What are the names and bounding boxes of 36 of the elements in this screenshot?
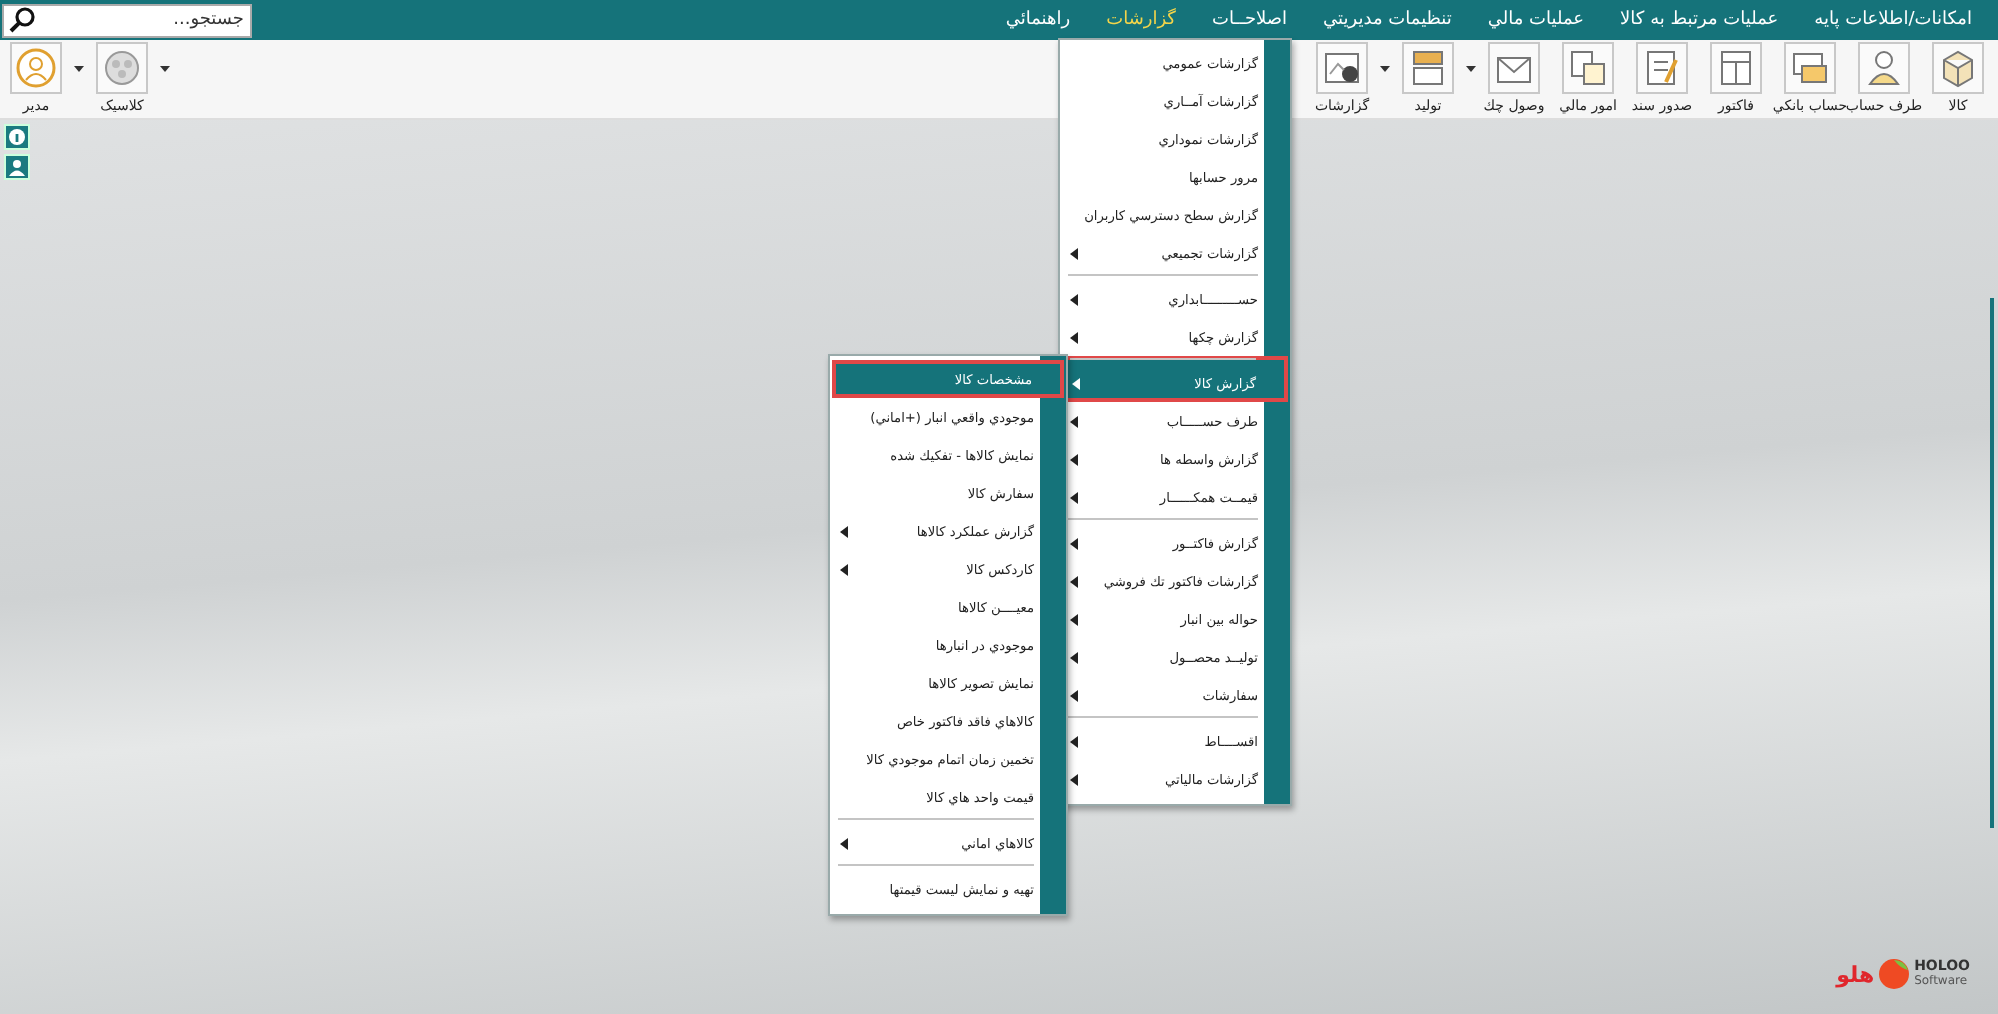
submenu-arrow-icon bbox=[1070, 575, 1084, 587]
search-icon bbox=[8, 5, 36, 33]
submenu-arrow-icon bbox=[1070, 415, 1084, 427]
submenu-arrow-icon bbox=[1070, 491, 1084, 503]
menu-item[interactable]: امکانات/اطلاعات پايه bbox=[1796, 10, 1990, 30]
caret-icon[interactable] bbox=[160, 66, 170, 72]
search-field[interactable]: جستجو... bbox=[2, 3, 252, 37]
info-icon[interactable] bbox=[4, 124, 30, 150]
menu-item[interactable]: گزارشات bbox=[1088, 10, 1194, 30]
menu-item[interactable]: اصلاحــات bbox=[1193, 10, 1306, 30]
submenu-arrow-icon bbox=[1070, 735, 1084, 747]
submenu-arrow-icon bbox=[840, 837, 854, 849]
menu-item[interactable]: عمليات مالي bbox=[1469, 10, 1603, 30]
menu-item[interactable]: تنظيمات مديريتي bbox=[1305, 10, 1470, 30]
user-card-icon[interactable] bbox=[4, 154, 30, 180]
submenu-arrow-icon bbox=[1070, 689, 1084, 701]
fruit-logo-icon bbox=[1878, 958, 1911, 990]
submenu-arrow-icon bbox=[1070, 537, 1084, 549]
caret-icon[interactable] bbox=[1380, 66, 1390, 72]
submenu-arrow-icon bbox=[840, 563, 854, 575]
logo-text: هلو bbox=[1836, 961, 1875, 987]
submenu-arrow-icon bbox=[1070, 293, 1084, 305]
submenu-arrow-icon bbox=[1070, 247, 1084, 259]
submenu-arrow-icon bbox=[1070, 331, 1084, 343]
submenu-arrow-icon bbox=[1070, 651, 1084, 663]
submenu-arrow-icon bbox=[840, 525, 854, 537]
submenu-arrow-icon bbox=[1070, 613, 1084, 625]
menu-item[interactable]: راهنمائي bbox=[987, 10, 1089, 30]
submenu-arrow-icon bbox=[1072, 377, 1086, 389]
submenu-arrow-icon bbox=[1070, 773, 1084, 785]
menu-item[interactable]: عمليات مرتبط به کالا bbox=[1602, 10, 1797, 30]
scrollbar-thumb[interactable] bbox=[1990, 298, 1994, 828]
user-icon bbox=[12, 44, 60, 92]
caret-icon[interactable] bbox=[1466, 66, 1476, 72]
caret-icon[interactable] bbox=[74, 66, 84, 72]
submenu-arrow-icon bbox=[1070, 453, 1084, 465]
